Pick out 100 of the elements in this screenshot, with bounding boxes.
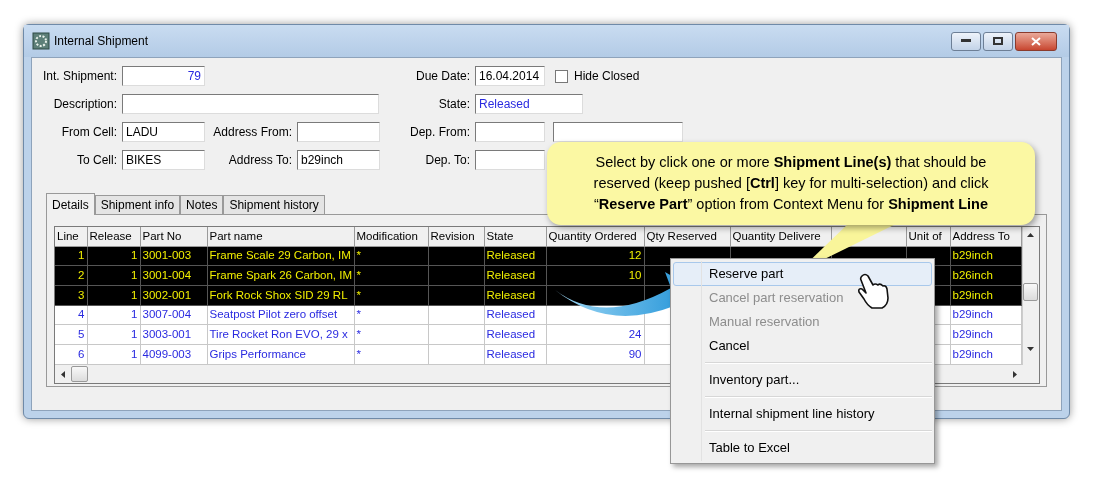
scrollbar-thumb[interactable] <box>71 366 88 382</box>
table-cell: 1 <box>55 246 87 266</box>
table-cell: Released <box>484 265 546 286</box>
table-cell <box>428 305 484 325</box>
menu-item[interactable]: Reserve part <box>673 262 932 286</box>
scroll-left-icon[interactable] <box>61 370 65 378</box>
table-cell: Released <box>484 285 546 306</box>
table-cell <box>428 265 484 286</box>
table-cell: Fork Rock Shox SID 29 RL <box>207 285 354 306</box>
column-header[interactable]: Qty Reserved <box>644 227 730 246</box>
table-cell: b29inch <box>950 305 1021 325</box>
table-cell: * <box>354 265 428 286</box>
table-cell <box>428 285 484 306</box>
table-cell: 3001-003 <box>140 246 207 266</box>
checkbox[interactable] <box>555 69 568 83</box>
tab[interactable]: Shipment history <box>223 195 325 214</box>
table-cell: 4 <box>55 305 87 325</box>
text-field[interactable] <box>475 122 545 142</box>
table-cell: * <box>354 285 428 306</box>
tab[interactable]: Notes <box>180 195 224 214</box>
app-icon <box>32 32 50 50</box>
menu-item[interactable]: Internal shipment line history <box>673 402 932 426</box>
table-cell: 2 <box>55 265 87 286</box>
text-field[interactable] <box>122 94 379 114</box>
column-header[interactable]: Quantity Ordered <box>546 227 644 246</box>
table-cell: Frame Scale 29 Carbon, IM <box>207 246 354 266</box>
column-header[interactable]: Quantity Delivere <box>730 227 831 246</box>
scroll-down-icon[interactable] <box>1027 347 1035 351</box>
field-label: Due Date: <box>415 68 470 85</box>
tab[interactable]: Shipment info <box>94 195 181 214</box>
table-cell: 1 <box>87 324 140 345</box>
table-cell: 12 <box>546 246 644 266</box>
column-header[interactable]: Part No <box>140 227 207 246</box>
table-cell <box>428 246 484 266</box>
field-label: Int. Shipment: <box>42 68 117 85</box>
tab[interactable]: Details <box>46 193 95 215</box>
menu-item[interactable]: Table to Excel <box>673 436 932 460</box>
table-cell: Released <box>484 324 546 345</box>
table-cell: b26inch <box>950 265 1021 286</box>
scroll-right-icon[interactable] <box>1013 370 1017 378</box>
table-cell <box>428 344 484 365</box>
text-field[interactable]: 79 <box>122 66 205 86</box>
table-cell: Tire Rocket Ron EVO, 29 x <box>207 324 354 345</box>
minimize-icon <box>961 39 971 43</box>
field-label: To Cell: <box>77 152 117 169</box>
maximize-icon <box>993 37 1003 45</box>
maximize-button[interactable] <box>983 31 1013 51</box>
text-field[interactable] <box>297 122 380 142</box>
table-cell: 4099-003 <box>140 344 207 365</box>
text-field[interactable] <box>475 150 545 170</box>
callout-text: Select by click one or more Shipment Line(s) that should be reserved (keep pushed [Ctrl] key for multi-selection) and click “Reserve Part” option from Context Menu for Shipment Line <box>592 153 990 214</box>
close-icon <box>1031 36 1041 46</box>
table-cell: b29inch <box>950 285 1021 306</box>
table-cell <box>428 324 484 345</box>
table-cell: 3001-004 <box>140 265 207 286</box>
table-cell: Seatpost Pilot zero offset <box>207 305 354 325</box>
table-cell: 3007-004 <box>140 305 207 325</box>
table-cell: 1 <box>87 285 140 306</box>
table-cell: * <box>354 246 428 266</box>
close-button[interactable] <box>1015 31 1057 51</box>
field-label: Address To: <box>228 152 292 169</box>
table-cell: Released <box>484 246 546 266</box>
text-field[interactable]: 16.04.2014 <box>475 66 545 86</box>
scrollbar-thumb[interactable] <box>1023 283 1039 301</box>
scroll-up-icon[interactable] <box>1027 233 1035 237</box>
column-header[interactable]: Release <box>87 227 140 246</box>
menu-item[interactable]: Inventory part... <box>673 368 932 392</box>
hand-cursor-icon <box>856 272 890 310</box>
column-header[interactable]: Address To <box>950 227 1021 246</box>
table-cell: 5 <box>55 324 87 345</box>
table-cell: Grips Performance <box>207 344 354 365</box>
checkbox-label: Hide Closed <box>574 68 640 85</box>
text-field[interactable]: b29inch <box>297 150 380 170</box>
table-cell: b29inch <box>950 246 1021 266</box>
text-field[interactable]: LADU <box>122 122 205 142</box>
column-header[interactable]: Modification <box>354 227 428 246</box>
column-header[interactable]: Part name <box>207 227 354 246</box>
table-cell: Frame Spark 26 Carbon, IM <box>207 265 354 286</box>
table-cell: Released <box>484 305 546 325</box>
table-cell: 1 <box>87 305 140 325</box>
text-field[interactable]: Released <box>475 94 583 114</box>
table-cell: 3 <box>55 285 87 306</box>
column-header[interactable]: Unit of <box>906 227 950 246</box>
column-header[interactable]: Revision <box>428 227 484 246</box>
table-cell: * <box>354 305 428 325</box>
column-header[interactable]: Line <box>55 227 87 246</box>
table-cell: 10 <box>546 265 644 286</box>
table-cell: b29inch <box>950 344 1021 365</box>
field-label: Dep. To: <box>425 152 470 169</box>
table-cell: b29inch <box>950 324 1021 345</box>
column-header[interactable]: State <box>484 227 546 246</box>
table-cell: Released <box>484 344 546 365</box>
field-label: State: <box>438 96 470 113</box>
table-cell: * <box>354 344 428 365</box>
minimize-button[interactable] <box>951 31 981 51</box>
field-label: From Cell: <box>61 124 117 141</box>
text-field[interactable] <box>553 122 683 142</box>
text-field[interactable]: BIKES <box>122 150 205 170</box>
field-label: Description: <box>53 96 117 113</box>
table-cell: 1 <box>87 344 140 365</box>
